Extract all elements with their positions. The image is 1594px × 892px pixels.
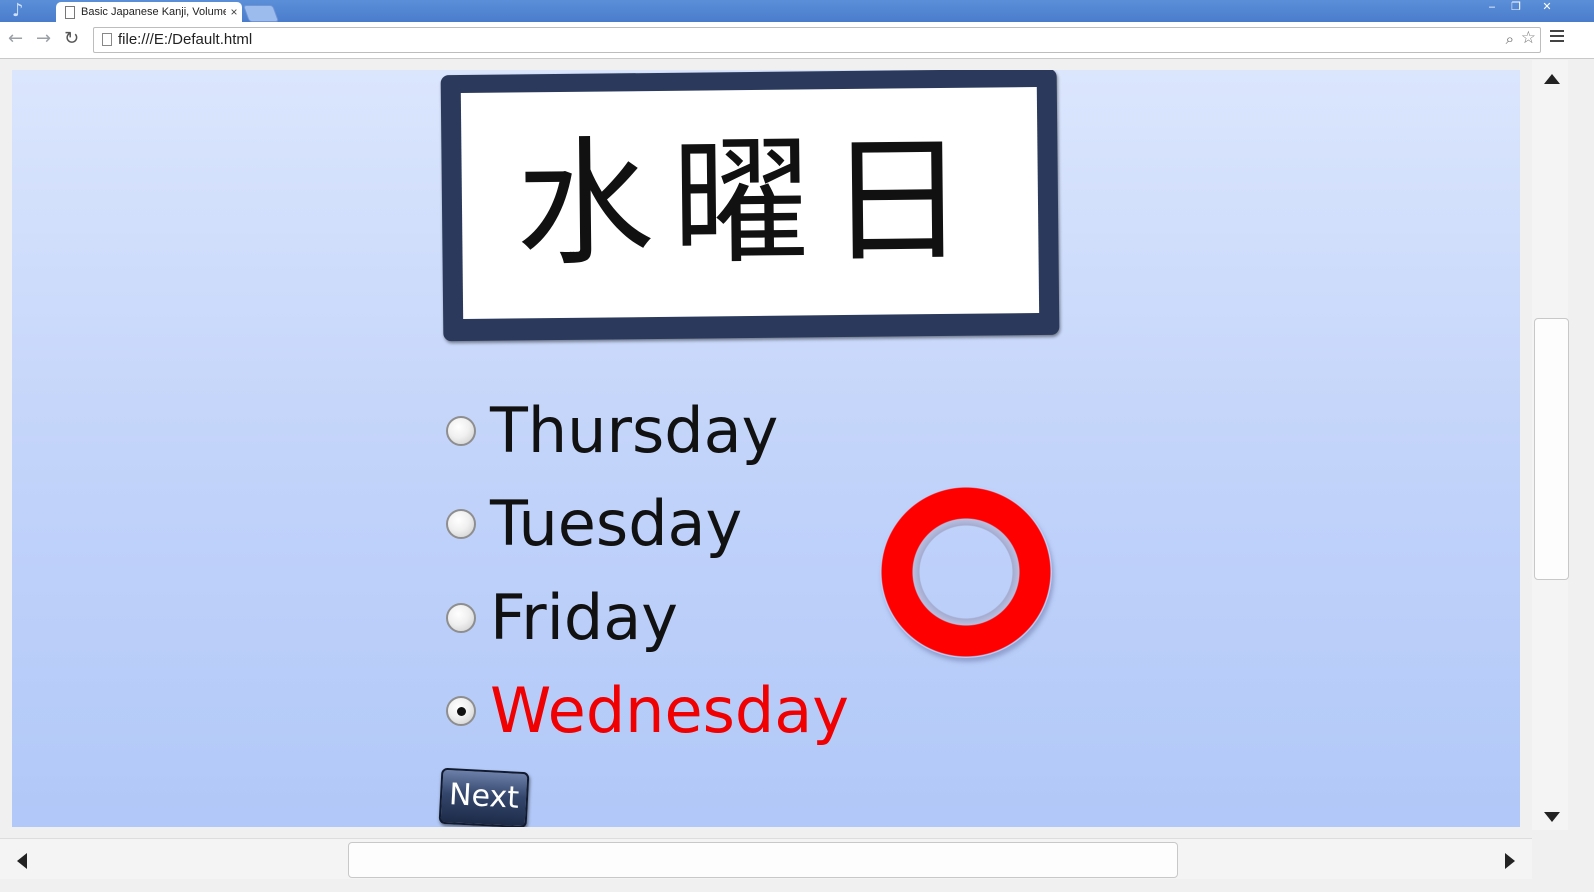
- tab-close-icon[interactable]: ×: [226, 5, 242, 19]
- menu-icon[interactable]: [1550, 30, 1564, 45]
- choice-label[interactable]: Tuesday: [490, 493, 742, 555]
- horizontal-scrollbar[interactable]: [0, 838, 1532, 879]
- url-text[interactable]: file:///E:/Default.html: [118, 31, 252, 48]
- radio-button[interactable]: [446, 603, 476, 633]
- browser-tab[interactable]: Basic Japanese Kanji, Volume ×: [56, 2, 242, 22]
- reload-icon[interactable]: ↻: [64, 30, 79, 48]
- bookmark-star-icon[interactable]: ☆: [1521, 28, 1536, 48]
- scroll-down-arrow-icon[interactable]: [1544, 812, 1560, 822]
- scroll-left-arrow-icon[interactable]: [17, 853, 27, 869]
- choice-tuesday[interactable]: Tuesday: [446, 489, 742, 559]
- tab-title: Basic Japanese Kanji, Volume: [81, 6, 226, 18]
- scroll-up-arrow-icon[interactable]: [1544, 74, 1560, 84]
- minimize-button[interactable]: ‒: [1480, 0, 1504, 14]
- radio-button[interactable]: [446, 509, 476, 539]
- new-tab-button[interactable]: [242, 5, 280, 22]
- kanji-card-inner: 水曜日: [460, 86, 1040, 320]
- radio-button-selected[interactable]: [446, 696, 476, 726]
- choice-label[interactable]: Friday: [490, 587, 678, 649]
- choice-wednesday[interactable]: Wednesday: [446, 676, 849, 746]
- choice-friday[interactable]: Friday: [446, 583, 678, 653]
- vertical-scroll-thumb[interactable]: [1534, 318, 1569, 580]
- kanji-question: 水曜日: [515, 119, 985, 286]
- browser-toolbar: ← → ↻ file:///E:/Default.html ⌕ ☆: [0, 22, 1594, 59]
- choice-label-correct[interactable]: Wednesday: [490, 680, 849, 742]
- correct-circle-icon: [880, 486, 1052, 658]
- scroll-right-arrow-icon[interactable]: [1505, 853, 1515, 869]
- kanji-card: 水曜日: [440, 70, 1060, 342]
- back-arrow-icon[interactable]: ←: [8, 30, 23, 48]
- zoom-icon[interactable]: ⌕: [1506, 30, 1514, 48]
- vertical-scrollbar[interactable]: [1532, 60, 1569, 830]
- close-window-button[interactable]: ✕: [1530, 0, 1564, 14]
- page-viewport: 水曜日 Thursday Tuesday Friday Wednesday Ne…: [12, 70, 1520, 827]
- address-bar[interactable]: file:///E:/Default.html ⌕ ☆: [93, 27, 1541, 53]
- title-bar: ♪ Basic Japanese Kanji, Volume × ‒ ❐ ✕: [0, 0, 1594, 22]
- app-logo-icon: ♪: [12, 0, 24, 21]
- choice-label[interactable]: Thursday: [490, 400, 778, 462]
- page-icon: [65, 5, 75, 19]
- maximize-button[interactable]: ❐: [1504, 0, 1528, 14]
- choice-thursday[interactable]: Thursday: [446, 396, 778, 466]
- forward-arrow-icon[interactable]: →: [36, 30, 51, 48]
- page-icon: [102, 33, 112, 46]
- horizontal-scroll-thumb[interactable]: [348, 842, 1178, 878]
- next-button[interactable]: Next: [438, 767, 530, 827]
- radio-button[interactable]: [446, 416, 476, 446]
